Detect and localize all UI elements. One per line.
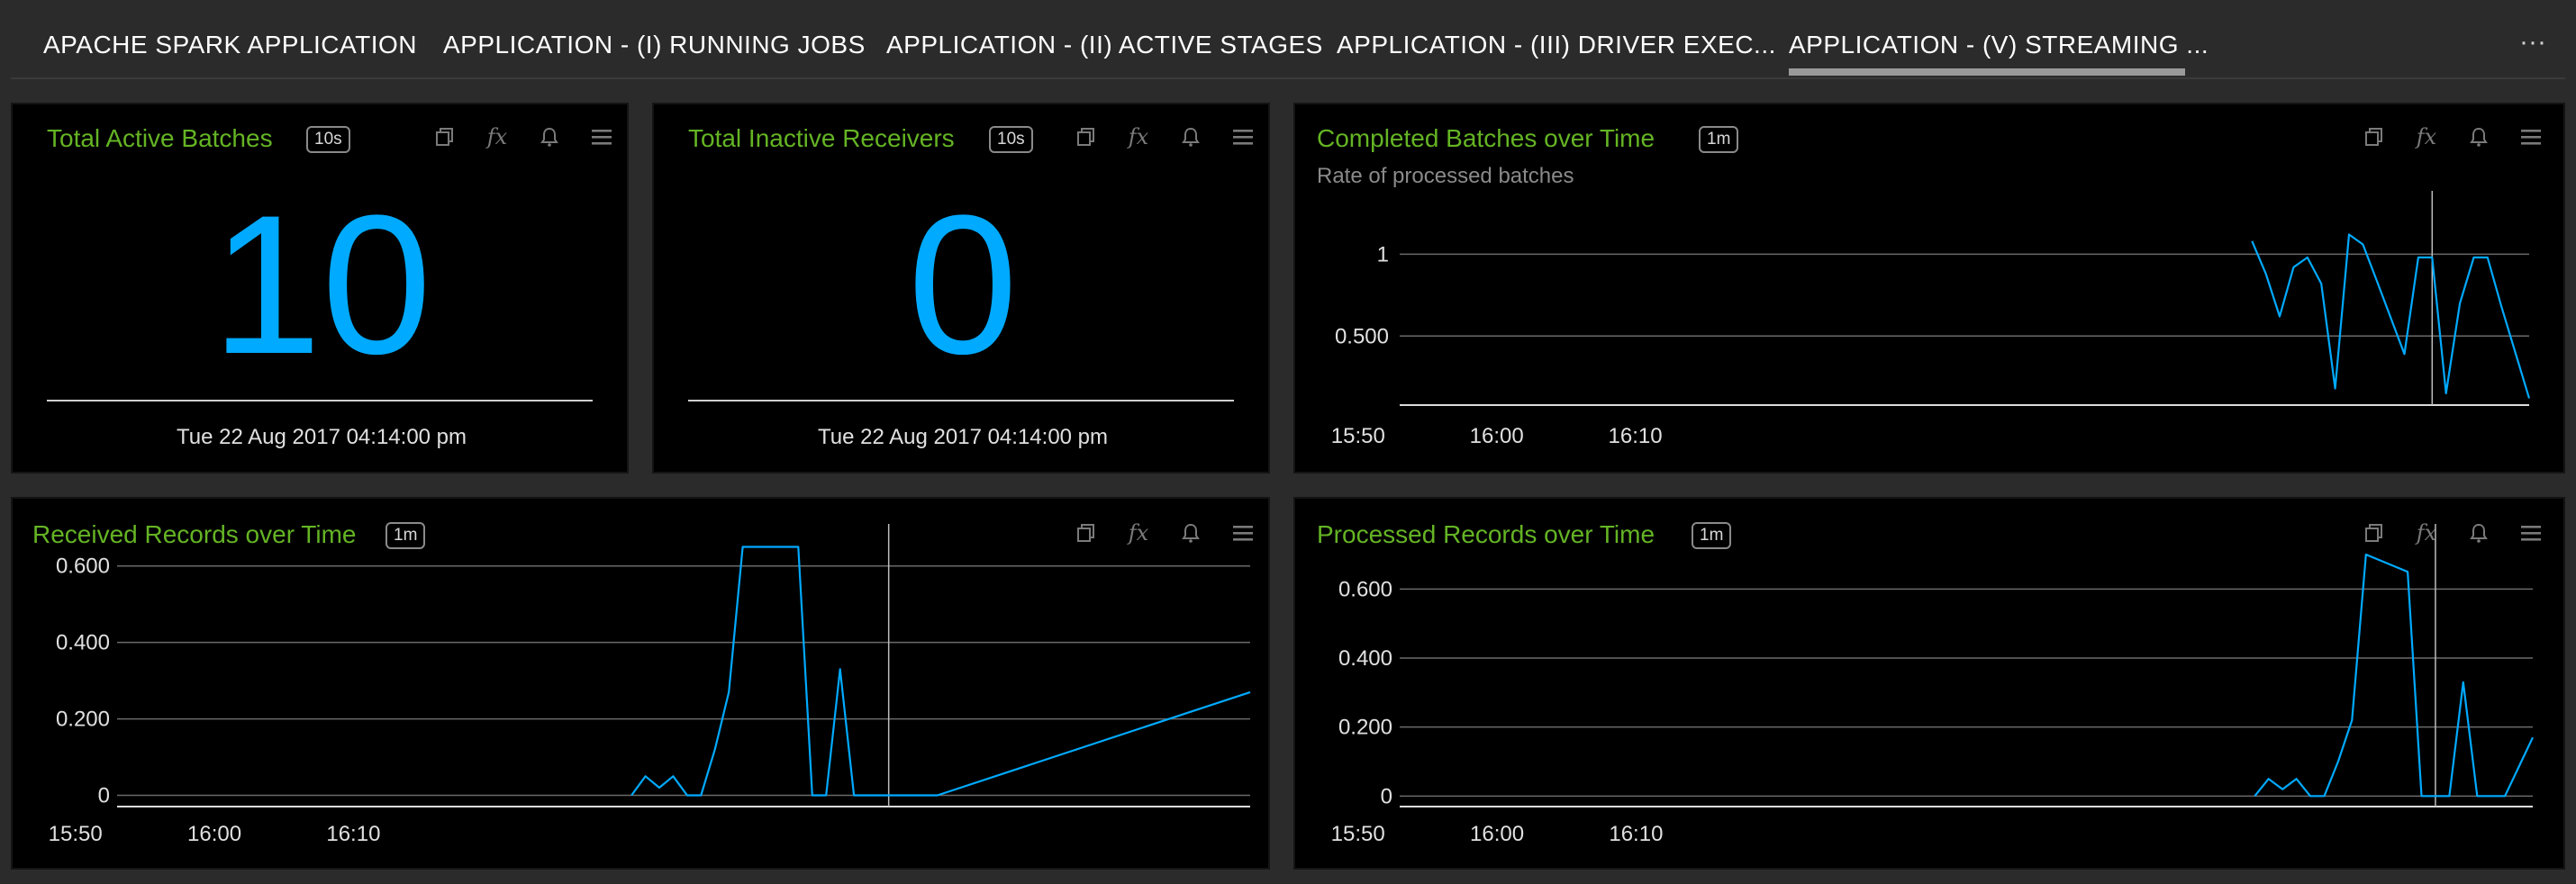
- interval-badge[interactable]: 10s: [989, 126, 1033, 153]
- interval-badge[interactable]: 10s: [306, 126, 350, 153]
- y-tick-label: 0.200: [1338, 716, 1392, 740]
- x-tick-label: 16:10: [326, 822, 380, 846]
- tab-active-stages[interactable]: APPLICATION - (II) ACTIVE STAGES: [886, 31, 1323, 59]
- y-tick-label: 0.400: [1338, 646, 1392, 671]
- tab-bar-divider: [11, 77, 2565, 79]
- metric-timestamp: Tue 22 Aug 2017 04:14:00 pm: [817, 425, 1109, 449]
- panel-received-records: Received Records over Time 1m fx 0 0.200 0…: [11, 497, 1270, 870]
- tab-running-jobs[interactable]: APPLICATION - (I) RUNNING JOBS: [443, 31, 866, 59]
- y-tick-label: 0.400: [56, 631, 110, 655]
- panel-completed-batches: Completed Batches over Time 1m Rate of p…: [1293, 103, 2565, 474]
- more-options-icon[interactable]: ···: [2515, 27, 2551, 57]
- menu-icon[interactable]: [587, 122, 616, 151]
- y-tick-label: 0.500: [1335, 324, 1389, 348]
- y-tick-label: 0.600: [56, 555, 110, 579]
- x-tick-label: 15:50: [1331, 424, 1385, 448]
- fx-icon[interactable]: fx: [1124, 122, 1153, 151]
- copy-icon[interactable]: [1072, 122, 1101, 151]
- tab-streaming[interactable]: APPLICATION - (V) STREAMING ...: [1789, 31, 2209, 59]
- dashboard-tab-bar: APACHE SPARK APPLICATION APPLICATION - (…: [0, 0, 2576, 81]
- panel-title: Total Active Batches: [47, 124, 273, 152]
- x-tick-label: 15:50: [49, 822, 103, 846]
- x-tick-label: 16:00: [1470, 822, 1524, 846]
- active-tab-indicator: [1789, 68, 2185, 76]
- bell-icon[interactable]: [1176, 122, 1205, 151]
- panel-toolbar: fx: [431, 122, 616, 151]
- y-tick-label: 0.600: [1338, 577, 1392, 601]
- panel-title: Total Inactive Receivers: [688, 124, 955, 152]
- series-line[interactable]: [2251, 233, 2531, 399]
- metric-timestamp: Tue 22 Aug 2017 04:14:00 pm: [176, 425, 467, 449]
- value-divider: [47, 400, 593, 401]
- menu-icon[interactable]: [1229, 122, 1257, 151]
- received-records-chart: 00.2000.4000.60015:2015:3015:4015:5016:0…: [49, 524, 1251, 846]
- y-tick-label: 0.200: [56, 708, 110, 732]
- metric-value: 10: [211, 174, 432, 395]
- panel-total-active-batches: Total Active Batches 10s fx 10 Tue 22 Au…: [11, 103, 629, 474]
- x-tick-label: 16:10: [1609, 424, 1663, 448]
- tab-driver-executors[interactable]: APPLICATION - (III) DRIVER EXEC...: [1337, 31, 1776, 59]
- panel-processed-records: Processed Records over Time 1m fx 0 0.200…: [1293, 497, 2565, 870]
- x-tick-label: 15:50: [1331, 822, 1385, 846]
- panel-toolbar: fx: [1072, 122, 1257, 151]
- x-tick-label: 16:10: [1609, 822, 1663, 846]
- x-tick-label: 16:00: [1470, 424, 1524, 448]
- completed-batches-chart: 0.500115:2015:3015:4015:5016:0016:10: [1331, 191, 2531, 448]
- fx-icon[interactable]: fx: [483, 122, 512, 151]
- y-tick-label: 1: [1377, 242, 1389, 266]
- value-divider: [688, 400, 1234, 401]
- tab-apache-spark-application[interactable]: APACHE SPARK APPLICATION: [43, 31, 417, 59]
- copy-icon[interactable]: [431, 122, 459, 151]
- series-line[interactable]: [630, 546, 1251, 797]
- x-tick-label: 16:00: [187, 822, 241, 846]
- metric-value: 0: [907, 174, 1019, 395]
- y-tick-label: 0: [98, 784, 110, 808]
- processed-records-chart: 00.2000.4000.60015:2015:3015:4015:5016:0…: [1331, 524, 2534, 846]
- panel-total-inactive-receivers: Total Inactive Receivers 10s fx 0 Tue 22…: [652, 103, 1270, 474]
- bell-icon[interactable]: [535, 122, 564, 151]
- y-tick-label: 0: [1381, 784, 1392, 808]
- series-line[interactable]: [2254, 553, 2534, 798]
